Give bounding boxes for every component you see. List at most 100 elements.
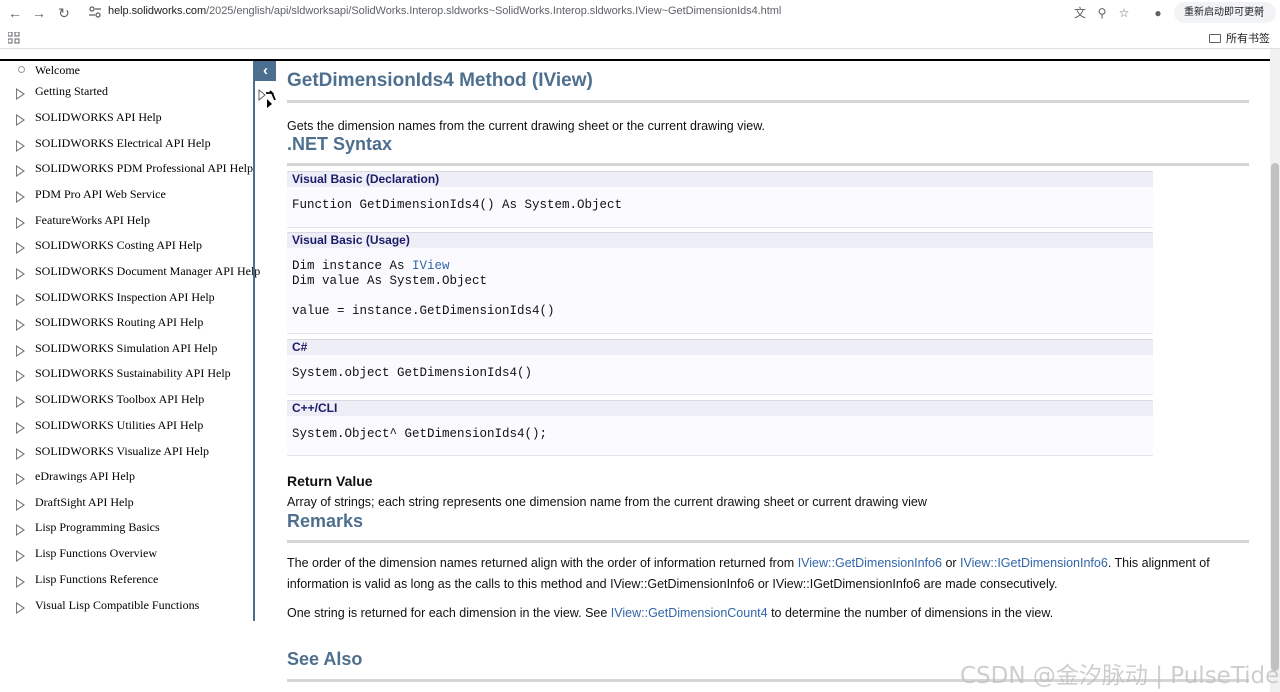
site-settings-icon[interactable] bbox=[88, 5, 102, 19]
toc-item[interactable]: SOLIDWORKS PDM Professional API Help bbox=[14, 158, 253, 178]
toc-item[interactable]: eDrawings API Help bbox=[14, 466, 252, 486]
vb-usage-line2: Dim value As System.Object bbox=[292, 274, 488, 288]
toc-item[interactable]: PDM Pro API Web Service bbox=[14, 184, 252, 204]
page-title: GetDimensionIds4 Method (IView) bbox=[287, 70, 593, 91]
toc-item[interactable]: SOLIDWORKS Utilities API Help bbox=[14, 415, 252, 435]
zoom-icon[interactable]: ⚲ bbox=[1094, 5, 1110, 21]
toc-item-label: SOLIDWORKS Simulation API Help bbox=[35, 341, 218, 355]
toc-item[interactable]: SOLIDWORKS API Help bbox=[14, 107, 252, 127]
toc-item[interactable]: Getting Started bbox=[14, 81, 252, 101]
toc-item[interactable]: SOLIDWORKS Toolbox API Help bbox=[14, 389, 252, 409]
toc-item-label: Lisp Functions Overview bbox=[35, 546, 157, 560]
toc-divider bbox=[253, 61, 255, 621]
toc-item-label: Lisp Functions Reference bbox=[35, 572, 159, 586]
expand-triangle-icon bbox=[16, 524, 25, 536]
expand-triangle-icon bbox=[16, 550, 25, 562]
profile-icon[interactable]: ● bbox=[1150, 5, 1166, 21]
reload-icon[interactable]: ↻ bbox=[55, 4, 73, 22]
scrollbar-thumb[interactable] bbox=[1271, 163, 1279, 671]
expand-triangle-icon bbox=[16, 473, 25, 485]
csharp-code: System.object GetDimensionIds4() bbox=[292, 366, 533, 380]
apps-grid-icon[interactable] bbox=[8, 32, 20, 44]
watermark: CSDN @金汐脉动 | PulseTide bbox=[960, 663, 1280, 689]
expand-triangle-icon bbox=[16, 319, 25, 331]
toc-item-label: Lisp Programming Basics bbox=[35, 520, 160, 534]
folder-icon bbox=[1209, 34, 1221, 43]
expand-triangle-icon bbox=[16, 294, 25, 306]
expand-triangle-icon bbox=[16, 88, 25, 100]
toc-item[interactable]: DraftSight API Help bbox=[14, 492, 252, 512]
iview-link[interactable]: IView bbox=[412, 259, 450, 273]
remarks-text-a: The order of the dimension names returne… bbox=[287, 556, 798, 570]
remarks-text-d: One string is returned for each dimensio… bbox=[287, 606, 611, 620]
toc-item-label: SOLIDWORKS Visualize API Help bbox=[35, 444, 210, 458]
forward-arrow-icon[interactable]: → bbox=[30, 4, 48, 22]
see-also-heading: See Also bbox=[287, 649, 363, 669]
url-host: help.solidworks.com bbox=[108, 5, 207, 17]
toc-item[interactable]: SOLIDWORKS Visualize API Help bbox=[14, 441, 252, 461]
expand-triangle-icon bbox=[16, 396, 25, 408]
vb-usage-heading: Visual Basic (Usage) bbox=[287, 232, 1153, 248]
expand-triangle-icon bbox=[16, 602, 25, 614]
menu-dots-icon: ⋮ bbox=[1256, 5, 1268, 19]
toc-item[interactable]: SOLIDWORKS Document Manager API Help bbox=[14, 261, 260, 281]
bookmark-star-icon[interactable]: ☆ bbox=[1116, 5, 1132, 21]
remarks-line2: information is valid as long as the call… bbox=[287, 577, 1058, 591]
toc-item-label: FeatureWorks API Help bbox=[35, 213, 151, 227]
syntax-rule bbox=[287, 163, 1249, 166]
update-label: 重新启动即可更新 bbox=[1184, 7, 1264, 18]
getdimensioninfo6-link[interactable]: IView::GetDimensionInfo6 bbox=[798, 556, 942, 570]
collapse-toc-button[interactable]: ‹ bbox=[255, 61, 276, 81]
toc-item-label: Welcome bbox=[35, 63, 81, 77]
toc-item[interactable]: SOLIDWORKS Simulation API Help bbox=[14, 338, 252, 358]
cpp-heading: C++/CLI bbox=[287, 400, 1153, 416]
expand-triangle-icon bbox=[16, 448, 25, 460]
expand-triangle-icon bbox=[16, 140, 25, 152]
remarks-line3: One string is returned for each dimensio… bbox=[287, 606, 1053, 620]
toc-item[interactable]: SOLIDWORKS Electrical API Help bbox=[14, 133, 252, 153]
vb-usage-line1: Dim instance As bbox=[292, 259, 413, 273]
bookmarks-bar: 所有书签 bbox=[0, 27, 1280, 49]
toc-item[interactable]: SOLIDWORKS Routing API Help bbox=[14, 312, 252, 332]
expand-triangle-icon bbox=[16, 268, 25, 280]
browser-toolbar: ← → ↻ help.solidworks.com/2025/english/a… bbox=[0, 0, 1280, 25]
csharp-heading: C# bbox=[287, 339, 1153, 355]
igetdimensioninfo6-link[interactable]: IView::IGetDimensionInfo6 bbox=[960, 556, 1108, 570]
toc-item-label: DraftSight API Help bbox=[35, 495, 134, 509]
remarks-heading: Remarks bbox=[287, 511, 364, 531]
return-value-text: Array of strings; each string represents… bbox=[287, 495, 927, 509]
toc-item[interactable]: Lisp Functions Reference bbox=[14, 569, 252, 589]
toc-item-label: SOLIDWORKS API Help bbox=[35, 110, 162, 124]
toc-item-label: SOLIDWORKS Routing API Help bbox=[35, 315, 204, 329]
translate-icon[interactable]: 文 bbox=[1072, 5, 1088, 21]
toc-panel: Welcome Getting Started SOLIDWORKS API Hel… bbox=[0, 60, 260, 621]
restart-update-button[interactable]: 重新启动即可更新 ⋮ bbox=[1174, 2, 1276, 23]
return-value-heading: Return Value bbox=[287, 473, 373, 489]
toc-item[interactable]: Welcome bbox=[14, 60, 252, 80]
toc-item[interactable]: Lisp Programming Basics bbox=[14, 517, 252, 537]
address-bar[interactable]: help.solidworks.com/2025/english/api/sld… bbox=[108, 5, 781, 17]
remarks-text-e: to determine the number of dimensions in… bbox=[767, 606, 1054, 620]
toc-item-label: SOLIDWORKS Sustainability API Help bbox=[35, 366, 231, 380]
getdimensioncount4-link[interactable]: IView::GetDimensionCount4 bbox=[611, 606, 768, 620]
expand-triangle-icon bbox=[16, 191, 25, 203]
vb-declaration-heading: Visual Basic (Declaration) bbox=[287, 171, 1153, 187]
back-arrow-icon[interactable]: ← bbox=[6, 4, 24, 22]
vb-usage-code: Dim instance As IView Dim value As Syste… bbox=[287, 248, 1153, 319]
expand-triangle-icon bbox=[16, 114, 25, 126]
toc-item[interactable]: FeatureWorks API Help bbox=[14, 210, 252, 230]
all-bookmarks-button[interactable]: 所有书签 bbox=[1209, 30, 1270, 46]
vb-usage-block: Visual Basic (Usage) Dim instance As IVi… bbox=[287, 232, 1153, 334]
toc-item[interactable]: SOLIDWORKS Sustainability API Help bbox=[14, 363, 252, 383]
cpp-code: System.Object^ GetDimensionIds4(); bbox=[292, 427, 548, 441]
vb-declaration-block: Visual Basic (Declaration) Function GetD… bbox=[287, 171, 1153, 228]
toc-item[interactable]: SOLIDWORKS Inspection API Help bbox=[14, 287, 252, 307]
toc-item[interactable]: SOLIDWORKS Costing API Help bbox=[14, 235, 252, 255]
toc-item[interactable]: Visual Lisp Compatible Functions bbox=[14, 595, 252, 615]
expand-triangle-icon bbox=[16, 165, 25, 177]
expand-triangle-icon bbox=[16, 370, 25, 382]
sync-toc-icon[interactable] bbox=[258, 88, 278, 110]
toc-item-label: Getting Started bbox=[35, 84, 108, 98]
csharp-block: C# System.object GetDimensionIds4() bbox=[287, 339, 1153, 395]
toc-item[interactable]: Lisp Functions Overview bbox=[14, 543, 252, 563]
